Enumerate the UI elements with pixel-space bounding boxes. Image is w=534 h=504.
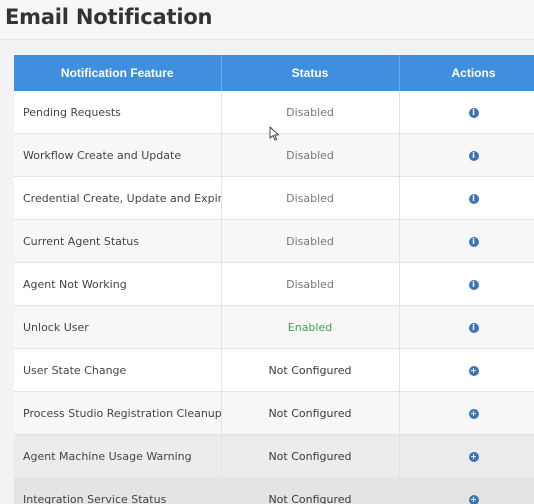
info-icon[interactable]: i (468, 107, 479, 118)
mouse-cursor-icon (269, 126, 279, 141)
notification-table-container: Notification Feature Status Actions Pend… (14, 55, 534, 504)
table-body: Pending Requests Disabled i Workflow Create… (14, 91, 534, 504)
actions-cell: i (399, 133, 534, 177)
actions-cell: i (399, 262, 534, 306)
actions-cell: + (399, 434, 534, 478)
table-row: Agent Machine Usage Warning Not Configure… (14, 434, 534, 478)
email-notification-page: Email Notification Notification Feature … (0, 0, 534, 504)
feature-name: Agent Machine Usage Warning (14, 434, 222, 478)
feature-name: Unlock User (14, 305, 222, 349)
table-header-row: Notification Feature Status Actions (14, 55, 534, 91)
feature-name: Credential Create, Update and Expiry (14, 176, 222, 220)
table-row: Integration Service Status Not Configured… (14, 477, 534, 504)
table-row: Unlock User Enabled i (14, 305, 534, 349)
feature-name: Workflow Create and Update (14, 133, 222, 177)
plus-icon[interactable]: + (468, 365, 479, 376)
status-text: Disabled (221, 91, 400, 134)
column-header-status: Status (221, 55, 400, 91)
status-text: Not Configured (221, 348, 400, 392)
table-row: Credential Create, Update and Expiry Disa… (14, 176, 534, 220)
plus-icon[interactable]: + (468, 494, 479, 504)
info-icon[interactable]: i (468, 236, 479, 247)
status-text: Not Configured (221, 477, 400, 504)
column-header-feature: Notification Feature (14, 55, 222, 91)
actions-cell: i (399, 176, 534, 220)
table-row: Current Agent Status Disabled i (14, 219, 534, 263)
notification-table: Notification Feature Status Actions Pend… (14, 55, 534, 504)
actions-cell: + (399, 391, 534, 435)
page-title: Email Notification (5, 5, 213, 29)
info-icon[interactable]: i (468, 322, 479, 333)
actions-cell: i (399, 305, 534, 349)
status-text: Disabled (221, 262, 400, 306)
table-row: User State Change Not Configured + (14, 348, 534, 392)
feature-name: Agent Not Working (14, 262, 222, 306)
actions-cell: + (399, 477, 534, 504)
status-text: Disabled (221, 219, 400, 263)
actions-cell: i (399, 91, 534, 134)
status-text: Disabled (221, 133, 400, 177)
actions-cell: i (399, 219, 534, 263)
info-icon[interactable]: i (468, 193, 479, 204)
status-text: Not Configured (221, 391, 400, 435)
plus-icon[interactable]: + (468, 451, 479, 462)
actions-cell: + (399, 348, 534, 392)
status-text: Not Configured (221, 434, 400, 478)
feature-name: Current Agent Status (14, 219, 222, 263)
feature-name: User State Change (14, 348, 222, 392)
feature-name: Process Studio Registration Cleanup (14, 391, 222, 435)
feature-name: Pending Requests (14, 91, 222, 134)
plus-icon[interactable]: + (468, 408, 479, 419)
feature-name: Integration Service Status (14, 477, 222, 504)
table-row: Process Studio Registration Cleanup Not C… (14, 391, 534, 435)
info-icon[interactable]: i (468, 150, 479, 161)
table-row: Agent Not Working Disabled i (14, 262, 534, 306)
info-icon[interactable]: i (468, 279, 479, 290)
status-text: Disabled (221, 176, 400, 220)
column-header-actions: Actions (399, 55, 534, 91)
status-text: Enabled (221, 305, 400, 349)
